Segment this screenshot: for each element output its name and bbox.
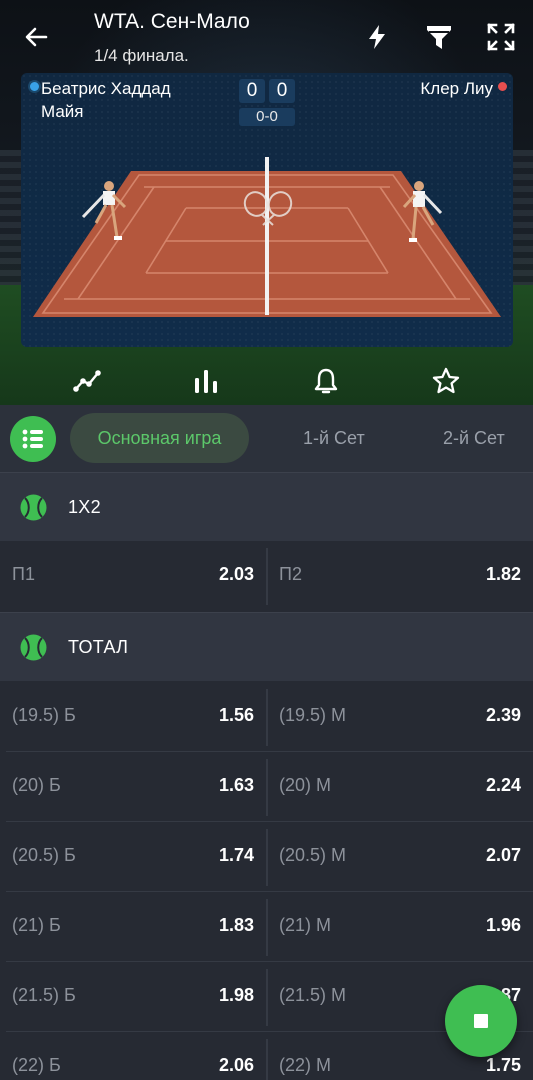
odd-over[interactable]: (20) Б 1.63 bbox=[0, 753, 266, 822]
tab-set-2[interactable]: 2-й Сет bbox=[443, 413, 505, 463]
odds-row: П1 2.03 П2 1.82 bbox=[0, 542, 533, 611]
outcome-odd: 1.83 bbox=[218, 915, 254, 935]
outcome-odd: 2.39 bbox=[485, 705, 521, 725]
outcome-label: (20) М bbox=[279, 775, 332, 795]
outcome-odd: 2.24 bbox=[485, 775, 521, 795]
back-arrow-icon bbox=[25, 27, 48, 47]
odds-row: (19.5) Б 1.56 (19.5) М 2.39 bbox=[0, 683, 533, 752]
favorite-button[interactable] bbox=[431, 366, 461, 396]
player2-indicator bbox=[498, 82, 507, 91]
odd-p2[interactable]: П2 1.82 bbox=[268, 542, 533, 611]
stats-bars-icon bbox=[195, 370, 217, 393]
outcome-odd: 1.74 bbox=[218, 845, 254, 865]
odd-over[interactable]: (21.5) Б 1.98 bbox=[0, 963, 266, 1032]
outcome-odd: 2.07 bbox=[485, 845, 521, 865]
outcome-label: (21) М bbox=[279, 915, 332, 935]
outcome-odd: 1.98 bbox=[218, 985, 254, 1005]
chart-button[interactable] bbox=[72, 366, 102, 396]
odd-over[interactable]: (19.5) Б 1.56 bbox=[0, 683, 266, 752]
game-score: 0-0 bbox=[239, 108, 295, 126]
match-header: WTA. Сен-Мало 1/4 финала. Беатрис Хаддад… bbox=[0, 0, 533, 405]
outcome-label: (21.5) Б bbox=[12, 985, 76, 1005]
filter-icon bbox=[427, 26, 451, 49]
market-title: ТОТАЛ bbox=[68, 637, 129, 657]
outcome-odd: 1.75 bbox=[485, 1055, 521, 1075]
odd-over[interactable]: (21) Б 1.83 bbox=[0, 893, 266, 962]
bell-icon bbox=[314, 368, 338, 394]
player2-name: Клер Лиу bbox=[420, 79, 493, 98]
filter-button[interactable] bbox=[424, 22, 454, 52]
outcome-label: (21.5) М bbox=[279, 985, 347, 1005]
player1-name-continued: Майя bbox=[41, 102, 84, 121]
tennis-ball-icon bbox=[20, 634, 47, 661]
market-header-1x2[interactable]: 1X2 bbox=[0, 472, 533, 541]
odd-under[interactable]: (21) М 1.96 bbox=[268, 893, 533, 962]
notifications-button[interactable] bbox=[311, 366, 341, 396]
odd-p1[interactable]: П1 2.03 bbox=[0, 542, 266, 611]
match-actions bbox=[0, 362, 533, 402]
list-icon bbox=[22, 429, 43, 449]
live-button[interactable] bbox=[362, 22, 392, 52]
page-subtitle: 1/4 финала. bbox=[94, 46, 189, 65]
outcome-odd: 2.06 bbox=[218, 1055, 254, 1075]
market-header-total[interactable]: ТОТАЛ bbox=[0, 612, 533, 681]
top-bar: WTA. Сен-Мало 1/4 финала. bbox=[0, 0, 533, 72]
market-tabs: Основная игра 1-й Сет 2-й Сет bbox=[0, 405, 533, 472]
odd-under[interactable]: (20) М 2.24 bbox=[268, 753, 533, 822]
score-player2: 0 bbox=[269, 79, 295, 103]
outcome-odd: 2.03 bbox=[218, 564, 254, 584]
fullscreen-button[interactable] bbox=[486, 22, 516, 52]
score-player1: 0 bbox=[239, 79, 265, 103]
outcome-label: П2 bbox=[279, 564, 302, 584]
odd-over[interactable]: (20.5) Б 1.74 bbox=[0, 823, 266, 892]
expand-icon bbox=[487, 23, 515, 51]
outcome-label: (20.5) М bbox=[279, 845, 347, 865]
player1-serve-indicator bbox=[30, 82, 39, 91]
odd-over[interactable]: (22) Б 2.06 bbox=[0, 1033, 266, 1080]
star-icon bbox=[432, 367, 460, 394]
odds-row: (21) Б 1.83 (21) М 1.96 bbox=[0, 893, 533, 962]
outcome-odd: 1.82 bbox=[485, 564, 521, 584]
outcome-label: (20.5) Б bbox=[12, 845, 76, 865]
page-title: WTA. Сен-Мало bbox=[94, 10, 250, 33]
player1-name: Беатрис Хаддад bbox=[41, 79, 171, 98]
stop-icon bbox=[474, 1014, 488, 1028]
outcome-label: (21) Б bbox=[12, 915, 61, 935]
odds-row: (20.5) Б 1.74 (20.5) М 2.07 bbox=[0, 823, 533, 892]
odd-under[interactable]: (19.5) М 2.39 bbox=[268, 683, 533, 752]
tennis-ball-icon bbox=[20, 494, 47, 521]
outcome-label: (22) М bbox=[279, 1055, 332, 1075]
outcome-odd: 1.63 bbox=[218, 775, 254, 795]
back-button[interactable] bbox=[20, 22, 52, 52]
outcome-label: П1 bbox=[12, 564, 35, 584]
lightning-icon bbox=[369, 25, 385, 49]
outcome-label: (19.5) Б bbox=[12, 705, 76, 725]
tab-set-1[interactable]: 1-й Сет bbox=[303, 413, 365, 463]
odd-under[interactable]: (20.5) М 2.07 bbox=[268, 823, 533, 892]
stop-button[interactable] bbox=[445, 985, 517, 1057]
tab-main-game[interactable]: Основная игра bbox=[70, 413, 249, 463]
odds-row: (20) Б 1.63 (20) М 2.24 bbox=[0, 753, 533, 822]
outcome-label: (19.5) М bbox=[279, 705, 347, 725]
outcome-odd: 1.56 bbox=[218, 705, 254, 725]
outcome-odd: 1.96 bbox=[485, 915, 521, 935]
market-title: 1X2 bbox=[68, 497, 101, 517]
statistics-button[interactable] bbox=[191, 366, 221, 396]
outcome-label: (22) Б bbox=[12, 1055, 61, 1075]
markets-menu-button[interactable] bbox=[10, 416, 56, 462]
chart-line-icon bbox=[73, 370, 101, 392]
outcome-label: (20) Б bbox=[12, 775, 61, 795]
live-field[interactable]: Беатрис Хаддад Майя 0 0 0-0 Клер Лиу bbox=[21, 73, 513, 347]
